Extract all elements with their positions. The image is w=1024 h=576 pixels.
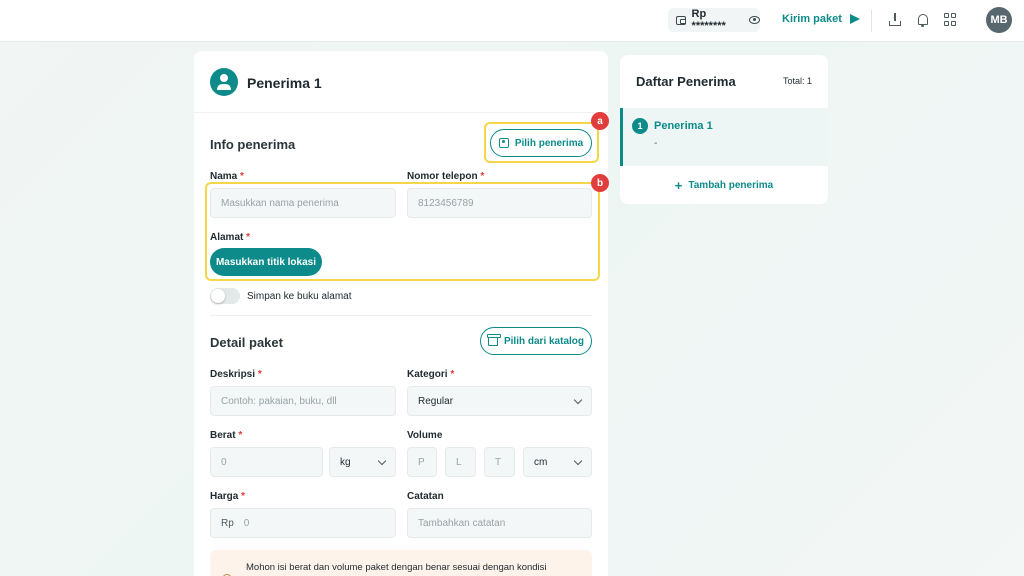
notes-label: Catatan [407,491,444,502]
weight-field[interactable]: 0 [210,447,323,477]
recipient-card-header: Penerima 1 [194,51,608,113]
category-value: Regular [418,395,454,407]
weight-label-text: Berat [210,430,236,441]
person-icon [210,68,238,96]
weight-placeholder: 0 [221,456,227,468]
choose-catalog-button[interactable]: Pilih dari katalog [480,327,592,355]
balance-display[interactable]: Rp ******** [668,8,760,32]
recipient-list-item[interactable]: 1 Penerima 1 - [620,108,828,166]
required-mark: * [241,491,246,502]
recipient-total: Total: 1 [782,76,812,86]
price-placeholder: 0 [243,517,250,529]
apps-grid-icon[interactable] [944,13,958,27]
description-label-text: Deskripsi [210,369,256,380]
save-address-toggle[interactable] [210,288,240,304]
recipient-card: Penerima 1 Info penerima Pilih penerima … [194,51,609,576]
required-mark: * [480,171,485,182]
price-label: Harga * [210,491,245,502]
description-label: Deskripsi * [210,369,262,380]
top-bar: Rp ******** Kirim paket MB [0,0,1024,42]
eye-icon[interactable] [748,16,760,24]
weight-notice: Mohon isi berat dan volume paket dengan … [210,550,592,576]
wallet-icon [676,15,686,25]
price-field[interactable]: Rp 0 [210,508,396,538]
plus-icon: + [674,177,683,193]
required-mark: * [257,369,262,380]
notes-field[interactable]: Tambahkan catatan [407,508,592,538]
weight-unit-value: kg [340,456,351,468]
catalog-icon [486,334,501,346]
category-label-text: Kategori [407,369,448,380]
volume-length-field[interactable]: P [407,447,437,477]
section-divider [210,315,592,316]
category-select[interactable]: Regular [407,386,592,416]
recipient-list-title: Daftar Penerima [636,74,736,89]
name-label-text: Nama [210,171,238,182]
volume-length-placeholder: P [418,456,425,468]
volume-unit-value: cm [534,456,548,468]
recipient-item-sub: - [654,138,658,149]
chevron-down-icon [573,456,583,466]
volume-width-field[interactable]: L [445,447,476,477]
volume-height-field[interactable]: T [484,447,515,477]
weight-unit-select[interactable]: kg [329,447,396,477]
category-label: Kategori * [407,369,454,380]
add-recipient-label: Tambah penerima [688,179,774,191]
weight-label: Berat * [210,430,242,441]
recipient-item-name: Penerima 1 [654,120,713,132]
bell-icon[interactable] [916,13,930,27]
recipient-info-title: Info penerima [210,137,296,152]
required-mark: * [238,430,243,441]
volume-width-placeholder: L [456,456,462,468]
chevron-down-icon [377,456,387,466]
send-icon [849,14,860,24]
description-field[interactable]: Contoh: pakaian, buku, dll [210,386,396,416]
phone-label-text: Nomor telepon [407,171,478,182]
topbar-divider [871,10,872,32]
volume-unit-select[interactable]: cm [523,447,592,477]
annotation-badge-b: b [591,174,609,192]
notes-placeholder: Tambahkan catatan [418,517,506,529]
annotation-badge-a: a [591,112,609,130]
send-package-label: Kirim paket [782,13,842,25]
send-package-button[interactable]: Kirim paket [782,13,860,25]
highlight-box-a [484,122,599,163]
volume-height-placeholder: T [495,456,502,468]
phone-label: Nomor telepon * [407,171,484,182]
required-mark: * [450,369,455,380]
highlight-box-b [205,182,600,281]
price-prefix: Rp [221,517,234,529]
name-label: Nama * [210,171,244,182]
notice-text: Mohon isi berat dan volume paket dengan … [246,562,547,573]
package-detail-title: Detail paket [210,335,283,350]
balance-amount: Rp ******** [691,8,726,32]
recipient-list-panel: Daftar Penerima Total: 1 1 Penerima 1 - … [620,55,828,204]
recipient-number: 1 [632,118,648,134]
download-icon[interactable] [888,13,902,27]
recipient-card-title: Penerima 1 [247,75,322,91]
required-mark: * [240,171,244,182]
add-recipient-button[interactable]: + Tambah penerima [620,166,828,204]
volume-label: Volume [407,430,443,441]
save-address-label: Simpan ke buku alamat [247,291,352,302]
description-placeholder: Contoh: pakaian, buku, dll [221,395,337,407]
choose-catalog-label: Pilih dari katalog [503,335,585,347]
avatar[interactable]: MB [986,7,1012,33]
price-label-text: Harga [210,491,239,502]
chevron-down-icon [573,395,583,405]
